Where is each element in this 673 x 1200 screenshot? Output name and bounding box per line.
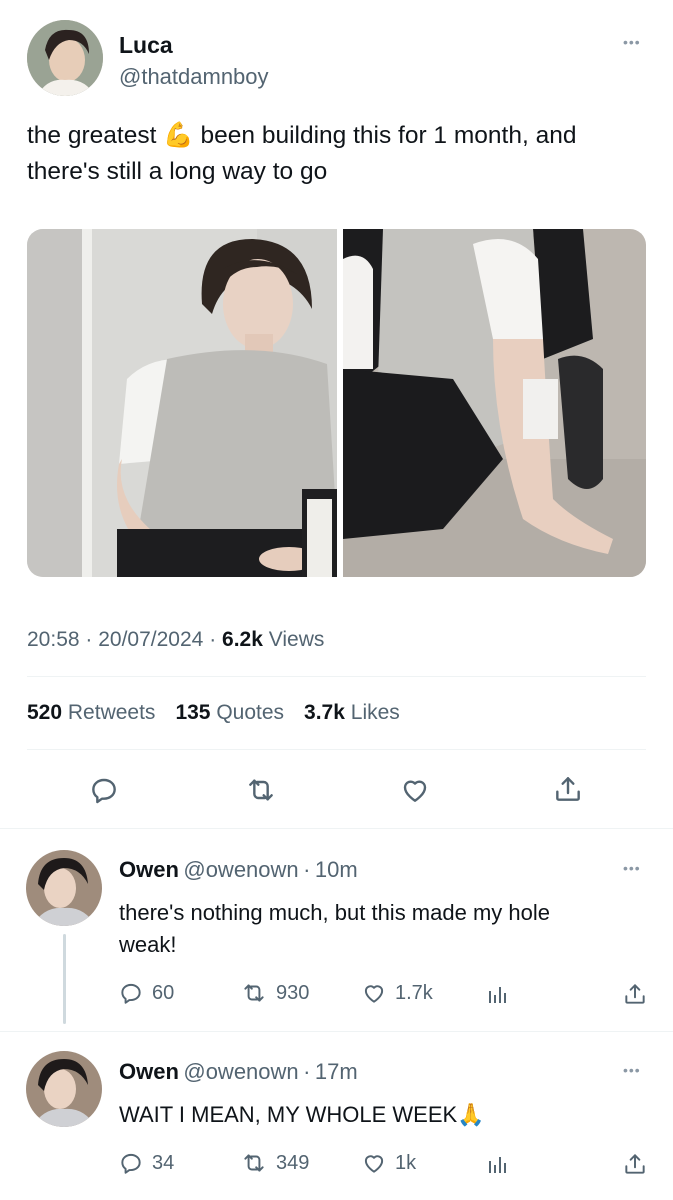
like-button[interactable]: 1k bbox=[361, 1150, 416, 1176]
tweet-text-part: been building this for 1 month, and bbox=[200, 122, 577, 149]
thread-line bbox=[63, 934, 66, 1024]
share-button[interactable] bbox=[552, 772, 584, 811]
reply-button[interactable]: 34 bbox=[118, 1150, 174, 1176]
author-handle[interactable]: @thatdamnboy bbox=[119, 64, 269, 90]
reply-author-name[interactable]: Owen bbox=[119, 1059, 179, 1084]
quotes-label: Quotes bbox=[216, 701, 285, 724]
reply-author-handle[interactable]: @owenown bbox=[183, 1059, 298, 1084]
reply-header: Owen @owenown · 10m bbox=[119, 857, 358, 882]
retweet-count: 930 bbox=[276, 981, 310, 1004]
author-avatar[interactable] bbox=[27, 20, 103, 96]
heart-icon bbox=[364, 1155, 384, 1173]
tweet-text-part: the greatest bbox=[27, 122, 157, 149]
reply-header: Owen @owenown · 17m bbox=[119, 1059, 358, 1084]
share-button[interactable] bbox=[622, 1150, 648, 1183]
heart-icon bbox=[403, 780, 427, 802]
reply-icon bbox=[121, 1153, 141, 1174]
reply-button[interactable] bbox=[88, 774, 120, 811]
share-icon bbox=[625, 984, 645, 1004]
more-horizontal-icon[interactable]: ••• bbox=[623, 34, 641, 50]
author-name[interactable]: Luca bbox=[119, 32, 173, 59]
quotes-count: 135 bbox=[175, 701, 211, 724]
likes-count: 3.7k bbox=[304, 701, 345, 724]
tweet-date[interactable]: 20/07/2024 bbox=[98, 628, 203, 651]
reply-text: WAIT I MEAN, MY WHOLE WEEK🙏 bbox=[119, 1099, 639, 1131]
photo-1[interactable] bbox=[27, 229, 337, 577]
reply-text-line: there's nothing much, but this made my h… bbox=[119, 900, 550, 925]
analytics-button[interactable] bbox=[486, 1152, 510, 1181]
more-horizontal-icon[interactable]: ••• bbox=[623, 860, 641, 876]
divider bbox=[0, 1031, 673, 1032]
divider bbox=[0, 828, 673, 829]
heart-icon bbox=[364, 985, 384, 1003]
reply-author-name[interactable]: Owen bbox=[119, 857, 179, 882]
retweet-icon bbox=[249, 779, 273, 801]
analytics-icon bbox=[489, 1157, 506, 1173]
analytics-icon bbox=[489, 987, 506, 1003]
retweets-stat[interactable]: 520 Retweets bbox=[27, 701, 155, 725]
views-label: Views bbox=[268, 628, 325, 651]
retweets-label: Retweets bbox=[67, 701, 156, 724]
divider bbox=[27, 749, 646, 750]
reply-time[interactable]: 17m bbox=[315, 1059, 358, 1084]
retweet-button[interactable] bbox=[244, 774, 278, 811]
reply-text-line: WAIT I MEAN, MY WHOLE WEEK bbox=[119, 1102, 458, 1127]
tweet-media[interactable] bbox=[27, 229, 646, 577]
like-button[interactable] bbox=[399, 774, 431, 811]
analytics-button[interactable] bbox=[486, 982, 510, 1011]
likes-stat[interactable]: 3.7k Likes bbox=[304, 701, 400, 725]
share-button[interactable] bbox=[622, 980, 648, 1013]
reply-time[interactable]: 10m bbox=[315, 857, 358, 882]
retweet-button[interactable]: 349 bbox=[240, 1150, 309, 1176]
tweet-meta: 20:58 · 20/07/2024 · 6.2k Views bbox=[27, 628, 325, 651]
likes-label: Likes bbox=[350, 701, 400, 724]
reply-icon bbox=[92, 778, 116, 804]
reply-text: there's nothing much, but this made my h… bbox=[119, 897, 639, 961]
flexed-biceps-emoji: 💪 bbox=[163, 122, 194, 149]
share-icon bbox=[625, 1154, 645, 1174]
folded-hands-emoji: 🙏 bbox=[457, 1102, 485, 1127]
reply-author-handle[interactable]: @owenown bbox=[183, 857, 298, 882]
reply-icon bbox=[121, 983, 141, 1004]
tweet-time[interactable]: 20:58 bbox=[27, 628, 80, 651]
like-count: 1k bbox=[395, 1151, 417, 1174]
like-button[interactable]: 1.7k bbox=[361, 980, 433, 1006]
reply-text-line: weak! bbox=[119, 932, 177, 957]
retweet-count: 349 bbox=[276, 1151, 310, 1174]
quotes-stat[interactable]: 135 Quotes bbox=[175, 701, 284, 725]
reply-avatar[interactable] bbox=[26, 850, 102, 926]
reply-button[interactable]: 60 bbox=[118, 980, 174, 1006]
retweet-button[interactable]: 930 bbox=[240, 980, 309, 1006]
like-count: 1.7k bbox=[395, 981, 433, 1004]
reply-count: 34 bbox=[152, 1151, 175, 1174]
tweet-text: the greatest 💪 been building this for 1 … bbox=[27, 118, 657, 190]
photo-2[interactable] bbox=[343, 229, 646, 577]
tweet-text-part: there's still a long way to go bbox=[27, 158, 328, 185]
divider bbox=[27, 676, 646, 677]
share-icon bbox=[556, 777, 580, 801]
retweet-icon bbox=[244, 984, 264, 1002]
reply-avatar[interactable] bbox=[26, 1051, 102, 1127]
more-horizontal-icon[interactable]: ••• bbox=[623, 1062, 641, 1078]
reply-count: 60 bbox=[152, 981, 175, 1004]
views-count: 6.2k bbox=[222, 628, 263, 651]
retweets-count: 520 bbox=[27, 701, 63, 724]
engagement-stats: 520 Retweets 135 Quotes 3.7k Likes bbox=[27, 701, 400, 725]
retweet-icon bbox=[244, 1154, 264, 1172]
